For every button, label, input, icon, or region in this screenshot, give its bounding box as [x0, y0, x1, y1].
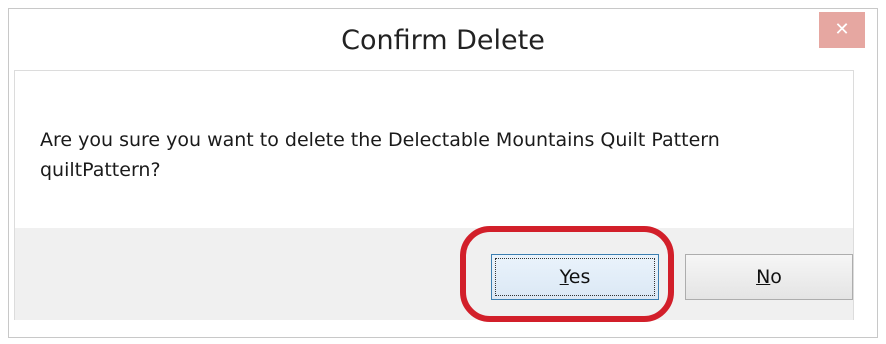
- yes-button[interactable]: Yes: [491, 254, 659, 300]
- message-line-1: Are you sure you want to delete the Dele…: [40, 129, 720, 151]
- no-button-label: No: [756, 266, 782, 288]
- close-icon: ✕: [834, 19, 850, 40]
- message-line-2: quiltPattern?: [40, 159, 161, 181]
- confirmation-message: Are you sure you want to delete the Dele…: [40, 125, 830, 185]
- close-button[interactable]: ✕: [819, 12, 865, 48]
- no-button[interactable]: No: [685, 254, 853, 300]
- message-area: Are you sure you want to delete the Dele…: [14, 70, 854, 228]
- button-bar: Yes No: [14, 228, 854, 320]
- focus-ring: [495, 258, 655, 296]
- dialog-title: Confirm Delete: [341, 25, 545, 56]
- title-bar[interactable]: Confirm Delete ✕: [9, 9, 877, 77]
